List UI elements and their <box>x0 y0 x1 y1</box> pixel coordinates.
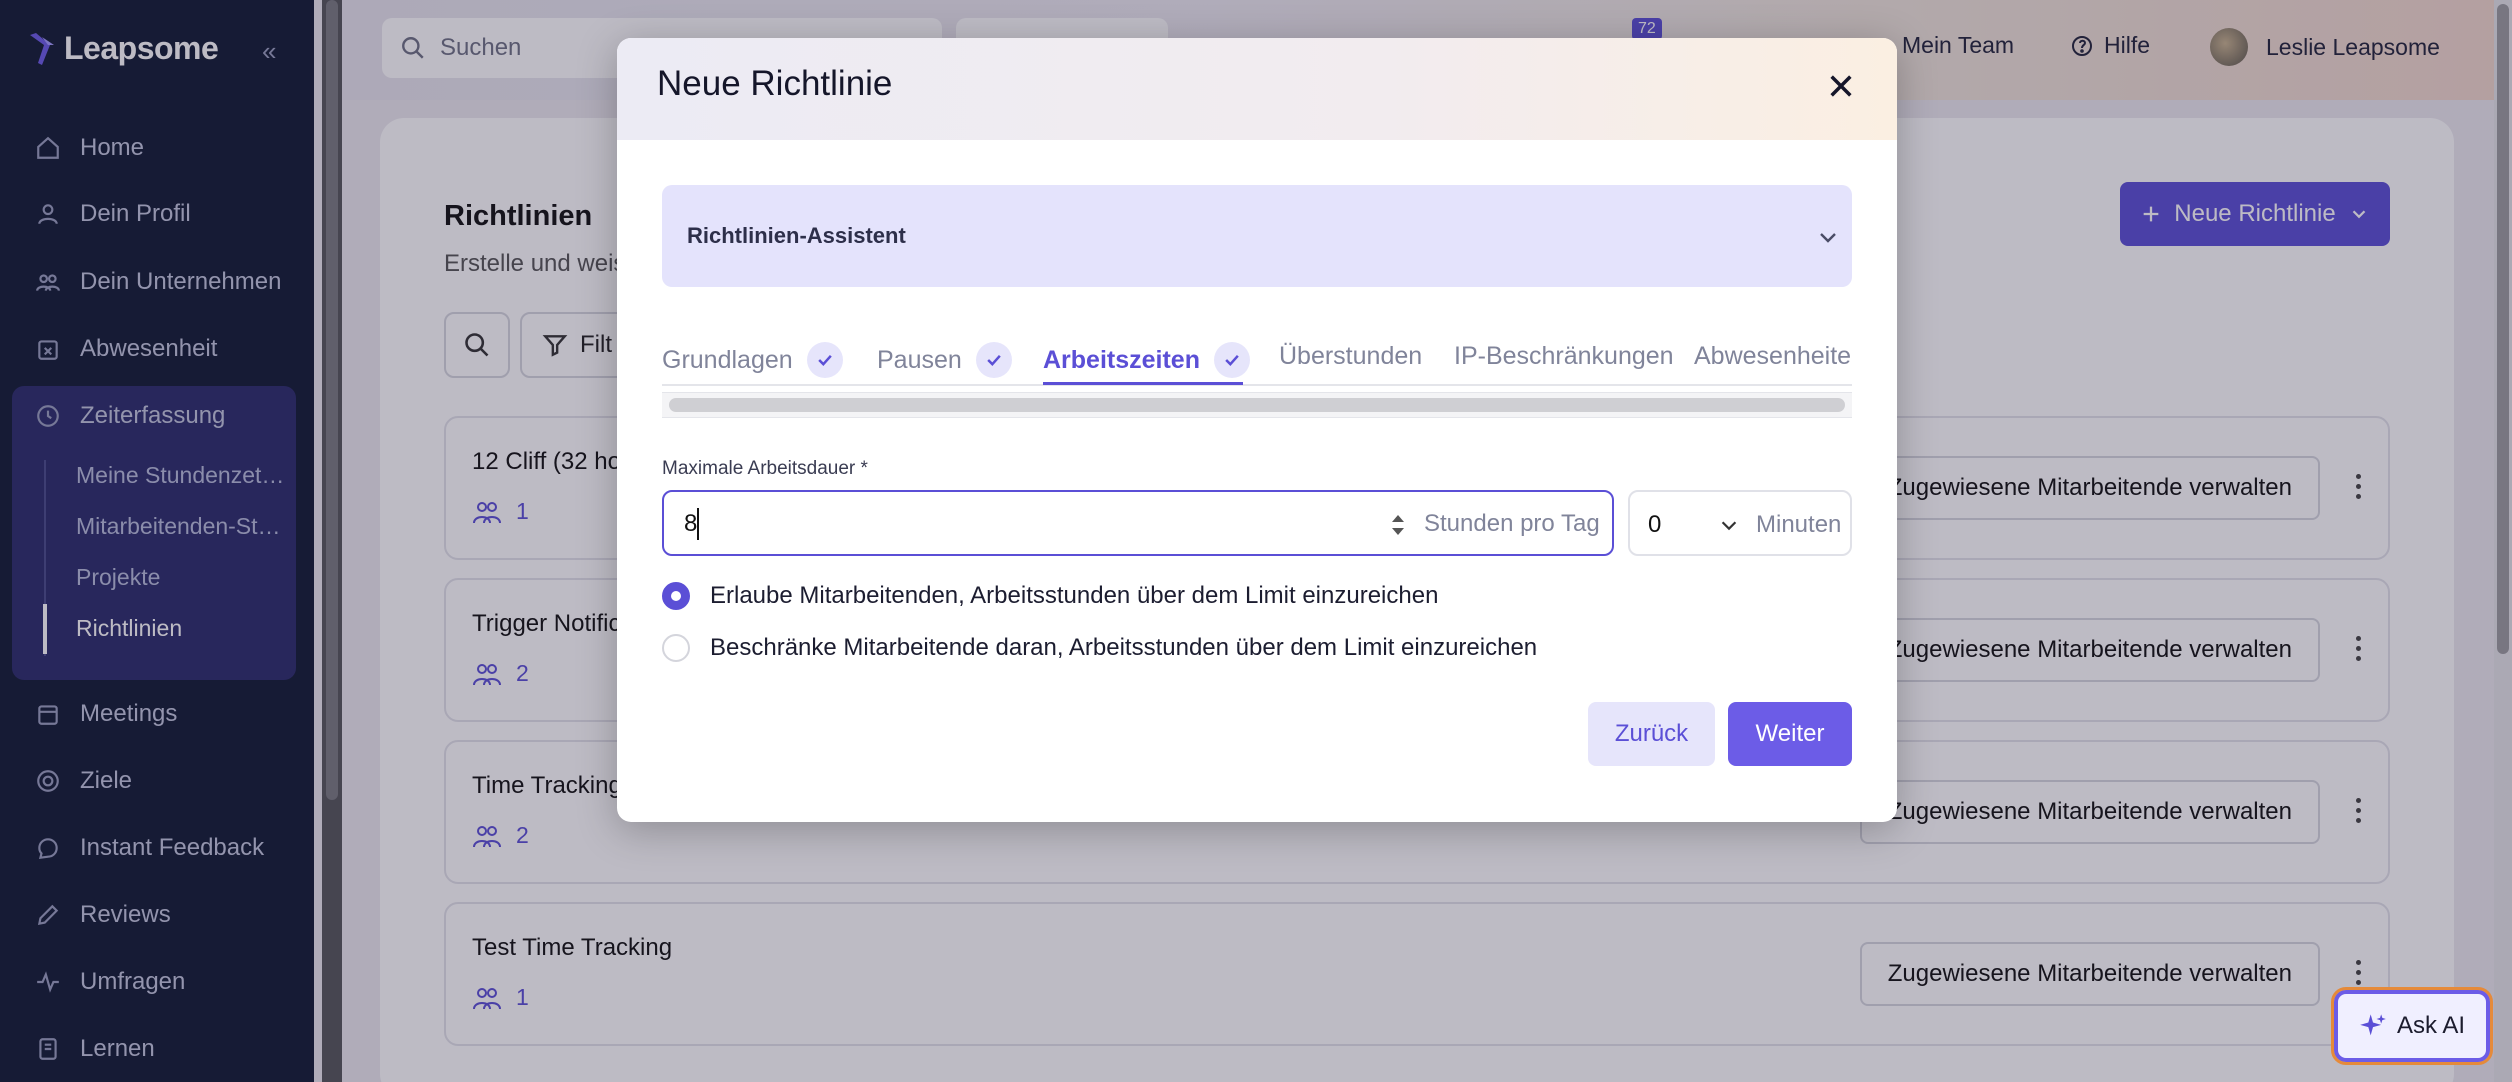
close-button[interactable] <box>1821 66 1861 106</box>
hours-suffix: Stunden pro Tag <box>1424 510 1600 537</box>
check-icon <box>1213 342 1250 378</box>
wizard-tabs: Grundlagen Pausen Arbeitszeiten Überstun… <box>662 334 1852 386</box>
radio-unselected[interactable] <box>662 634 690 662</box>
stepper-icon[interactable] <box>1388 510 1408 540</box>
tab-label: Pausen <box>877 345 962 374</box>
back-button[interactable]: Zurück <box>1588 702 1715 766</box>
max-duration-label: Maximale Arbeitsdauer * <box>662 458 868 479</box>
radio-restrict-over-limit[interactable]: Beschränke Mitarbeitende daran, Arbeitss… <box>662 634 1537 662</box>
new-policy-dialog: Neue Richtlinie Richtlinien-Assistent Gr… <box>617 38 1897 822</box>
tab-absences[interactable]: Abwesenheite <box>1694 342 1851 371</box>
tab-label: Grundlagen <box>662 345 793 374</box>
dialog-header: Neue Richtlinie <box>617 38 1897 140</box>
tab-working-hours[interactable]: Arbeitszeiten <box>1043 342 1250 378</box>
radio-selected[interactable] <box>662 582 690 610</box>
tab-label: Überstunden <box>1279 342 1423 370</box>
sparkle-icon <box>2360 1014 2386 1036</box>
tab-label: Abwesenheite <box>1694 342 1852 370</box>
chevron-down-icon <box>1721 521 1737 531</box>
minutes-value: 0 <box>1648 511 1662 538</box>
close-icon <box>1830 75 1852 97</box>
tab-breaks[interactable]: Pausen <box>877 342 1012 378</box>
tab-basics[interactable]: Grundlagen <box>662 342 843 378</box>
next-button[interactable]: Weiter <box>1728 702 1852 766</box>
radio-allow-over-limit[interactable]: Erlaube Mitarbeitenden, Arbeitsstunden ü… <box>662 582 1438 610</box>
tab-ip-restrictions[interactable]: IP-Beschränkungen <box>1454 342 1674 371</box>
ask-ai-button[interactable]: Ask AI <box>2331 987 2493 1065</box>
text-cursor <box>697 508 699 540</box>
tab-label: Arbeitszeiten <box>1043 345 1200 374</box>
active-tab-indicator <box>1043 382 1243 385</box>
check-icon <box>806 342 843 378</box>
tab-label: IP-Beschränkungen <box>1454 342 1674 370</box>
assistant-label: Richtlinien-Assistent <box>687 223 906 248</box>
policy-assistant-accordion[interactable]: Richtlinien-Assistent <box>662 185 1852 287</box>
hours-value: 8 <box>684 510 698 537</box>
dialog-title: Neue Richtlinie <box>657 64 893 103</box>
ask-ai-label: Ask AI <box>2396 1012 2466 1039</box>
hours-per-day-input[interactable]: 8 Stunden pro Tag <box>662 490 1614 556</box>
radio-label: Erlaube Mitarbeitenden, Arbeitsstunden ü… <box>710 582 1439 609</box>
check-icon <box>975 342 1012 378</box>
chevron-down-icon <box>1820 233 1836 243</box>
tab-overtime[interactable]: Überstunden <box>1279 342 1422 371</box>
tabs-scrollbar-thumb[interactable] <box>669 398 1845 412</box>
minutes-select[interactable]: 0 Minuten <box>1628 490 1852 556</box>
minutes-suffix: Minuten <box>1756 511 1842 538</box>
radio-label: Beschränke Mitarbeitende daran, Arbeitss… <box>710 634 1538 661</box>
